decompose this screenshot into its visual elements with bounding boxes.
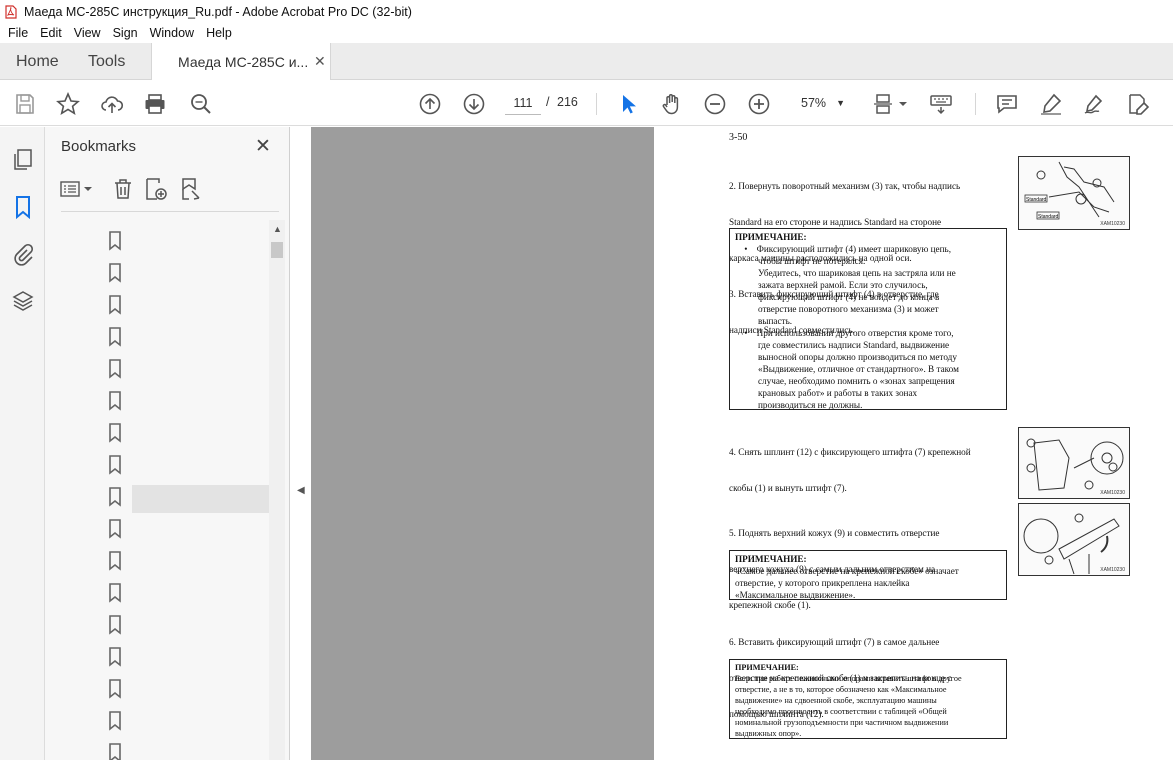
page-separator: / [546, 95, 550, 109]
bookmark-panel-icon[interactable] [10, 194, 36, 220]
comment-icon[interactable] [994, 91, 1020, 117]
menu-help[interactable]: Help [200, 26, 238, 40]
toolbar-divider [975, 93, 976, 115]
note-title: ПРИМЕЧАНИЕ: [735, 232, 807, 242]
menu-file[interactable]: File [2, 26, 34, 40]
standard-label: Standard [1038, 214, 1059, 220]
zoom-select[interactable]: 57% ▼ [793, 91, 853, 115]
layers-icon[interactable] [10, 288, 36, 314]
bookmark-icon[interactable] [105, 326, 125, 348]
page-fit-icon[interactable] [872, 91, 910, 117]
select-cursor-icon[interactable] [615, 91, 641, 117]
zoom-in-icon[interactable] [746, 91, 772, 117]
options-menu-icon[interactable] [59, 177, 95, 201]
bookmark-icon[interactable] [105, 582, 125, 604]
total-pages: 216 [557, 95, 578, 109]
zoom-value: 57% [801, 96, 827, 110]
chevron-down-icon: ▼ [836, 98, 845, 108]
note-box-3: ПРИМЕЧАНИЕ: Если при работе с выносными … [729, 659, 1007, 739]
standard-label: Standard [1026, 197, 1047, 203]
bookmark-icon[interactable] [105, 518, 125, 540]
panel-collapse-handle[interactable]: ◀ [292, 127, 311, 760]
delete-icon[interactable] [111, 177, 135, 201]
draw-sign-icon[interactable] [1081, 91, 1107, 117]
hand-icon[interactable] [659, 91, 685, 117]
main-toolbar: 111 / 216 57% ▼ [0, 81, 1173, 126]
menu-view[interactable]: View [68, 26, 107, 40]
bookmark-list [45, 220, 269, 760]
tab-document[interactable]: Маеда МС-285С и... ✕ [151, 43, 331, 80]
close-icon[interactable]: ✕ [314, 53, 326, 70]
keyboard-icon[interactable] [928, 91, 954, 117]
bookmark-icon[interactable] [105, 486, 125, 508]
bookmark-icon[interactable] [105, 454, 125, 476]
figure-code: XAM10230 [1100, 490, 1125, 496]
menu-bar: File Edit View Sign Window Help [0, 23, 1173, 43]
bookmark-icon[interactable] [105, 710, 125, 732]
bookmark-icon[interactable] [105, 742, 125, 760]
bookmark-icon[interactable] [105, 358, 125, 380]
bookmark-icon[interactable] [105, 646, 125, 668]
menu-window[interactable]: Window [144, 26, 200, 40]
new-bookmark-icon[interactable] [144, 177, 168, 201]
bookmark-icon[interactable] [105, 422, 125, 444]
note-box-2: ПРИМЕЧАНИЕ: «Самое дальнее отверстие на … [729, 550, 1007, 600]
close-icon[interactable]: ✕ [255, 135, 271, 158]
bookmarks-panel: Bookmarks ✕ ▲ [45, 127, 290, 760]
toolbar-divider [596, 93, 597, 115]
tab-home[interactable]: Home [16, 53, 59, 71]
menu-sign[interactable]: Sign [107, 26, 144, 40]
star-icon[interactable] [55, 91, 81, 117]
page-number-input[interactable]: 111 [505, 91, 541, 115]
note-title: ПРИМЕЧАНИЕ: [735, 554, 807, 564]
panel-divider [61, 211, 279, 212]
figure-pin-removal: XAM10230 [1018, 427, 1130, 499]
next-page-icon[interactable] [461, 91, 487, 117]
cloud-upload-icon[interactable] [99, 91, 125, 117]
save-icon[interactable] [12, 91, 38, 117]
print-icon[interactable] [142, 91, 168, 117]
document-canvas [311, 127, 654, 760]
bookmark-icon[interactable] [105, 262, 125, 284]
chevron-left-icon[interactable]: ◀ [297, 485, 305, 496]
tab-document-label: Маеда МС-285С и... [178, 54, 309, 70]
bookmark-scrollbar[interactable]: ▲ [269, 220, 285, 760]
bookmark-icon[interactable] [105, 614, 125, 636]
bookmark-icon[interactable] [105, 230, 125, 252]
figure-code: XAM10230 [1100, 221, 1125, 227]
bookmarks-toolbar [59, 175, 279, 203]
previous-page-icon[interactable] [417, 91, 443, 117]
find-icon[interactable] [188, 91, 214, 117]
attachment-icon[interactable] [10, 241, 36, 267]
edit-pdf-icon[interactable] [1125, 91, 1151, 117]
title-bar: Маеда МС-285С инструкция_Ru.pdf - Adobe … [0, 0, 1173, 23]
tab-bar: Home Tools Маеда МС-285С и... ✕ [0, 43, 1173, 80]
note-box-1: ПРИМЕЧАНИЕ: • Фиксирующий штифт (4) имее… [729, 228, 1007, 410]
zoom-out-icon[interactable] [702, 91, 728, 117]
bookmark-icon[interactable] [105, 390, 125, 412]
scroll-up-icon[interactable]: ▲ [273, 224, 282, 234]
left-nav-rail [0, 127, 45, 760]
tab-tools[interactable]: Tools [88, 53, 125, 71]
menu-edit[interactable]: Edit [34, 26, 68, 40]
bookmark-icon[interactable] [105, 550, 125, 572]
note-title: ПРИМЕЧАНИЕ: [735, 663, 799, 672]
pdf-page: 3-50 2. Повернуть поворотный механизм (3… [654, 127, 1173, 760]
scrollbar-thumb[interactable] [271, 242, 283, 258]
find-bookmark-icon[interactable] [179, 177, 203, 201]
window-title: Маеда МС-285С инструкция_Ru.pdf - Adobe … [24, 4, 412, 19]
acrobat-icon [5, 4, 17, 19]
bookmarks-title: Bookmarks [61, 138, 137, 155]
highlight-pen-icon[interactable] [1038, 91, 1064, 117]
page-thumbnails-icon[interactable] [10, 147, 36, 173]
bookmark-icon[interactable] [105, 294, 125, 316]
bookmark-icon[interactable] [105, 678, 125, 700]
figure-standard-mark: Standard Standard XAM10230 [1018, 156, 1130, 230]
figure-code: XAM10230 [1100, 567, 1125, 573]
page-number-label: 3-50 [729, 132, 748, 143]
figure-upper-cover: XAM10230 [1018, 503, 1130, 576]
